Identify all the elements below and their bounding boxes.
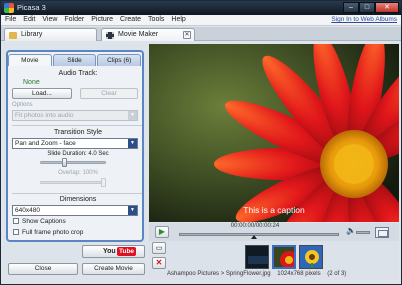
overlap-thumb[interactable]	[101, 178, 106, 187]
seek-bar[interactable]	[179, 233, 339, 236]
menu-tools[interactable]: Tools	[148, 16, 164, 23]
show-captions-checkbox[interactable]	[13, 218, 19, 224]
maximize-button[interactable]: □	[359, 2, 375, 13]
menu-help[interactable]: Help	[171, 16, 185, 23]
picasa-window: Picasa 3 – □ ✕ File Edit View Folder Pic…	[0, 0, 402, 285]
photo-status: Ashampoo Pictures > SpringFlower.jpg 102…	[167, 271, 399, 277]
transition-style-value: Pan and Zoom - face	[15, 140, 76, 147]
slide-duration-thumb[interactable]	[62, 158, 67, 167]
chevron-down-icon: ▼	[128, 111, 137, 120]
tab-slide[interactable]: Slide	[52, 54, 97, 66]
tab-clips[interactable]: Clips (6)	[97, 54, 142, 66]
slide-duration-slider[interactable]	[40, 161, 106, 164]
overlap-slider[interactable]	[40, 181, 106, 184]
clip-thumbnail-image	[300, 246, 322, 268]
filmstrip: ▭ ✕ Ashampoo Pictures > SpringFlower.jpg…	[149, 241, 399, 281]
volume-slider[interactable]	[356, 231, 370, 234]
audio-track-value: None	[23, 79, 40, 86]
add-to-movie-button[interactable]: ▭	[152, 242, 166, 254]
movie-preview: This is a caption	[149, 44, 399, 222]
chevron-down-icon: ▼	[128, 139, 137, 148]
menu-bar: File Edit View Folder Picture Create Too…	[1, 15, 401, 26]
clear-audio-button[interactable]: Clear	[80, 88, 138, 99]
dimensions-title: Dimensions	[59, 196, 97, 203]
options-label: Options	[12, 102, 33, 108]
movie-settings-panel: Movie Slide Clips (6) Audio Track: None …	[4, 44, 146, 280]
delete-button[interactable]: ✕	[152, 257, 166, 269]
window-title: Picasa 3	[17, 3, 46, 12]
menu-file[interactable]: File	[5, 16, 16, 23]
menu-folder[interactable]: Folder	[64, 16, 84, 23]
create-movie-button[interactable]: Create Movie	[82, 263, 145, 275]
tab-movie-maker-label: Movie Maker	[118, 31, 159, 38]
film-icon	[106, 32, 114, 39]
photo-size: 1024x768 pixels	[277, 271, 321, 277]
transition-style-select[interactable]: Pan and Zoom - face ▼	[12, 138, 138, 149]
clip-thumbnail-1[interactable]	[245, 245, 269, 269]
workspace-tabs: Library Movie Maker ✕	[1, 27, 401, 41]
chevron-down-icon: ▼	[128, 206, 137, 215]
full-frame-label: Full frame photo crop	[22, 229, 84, 236]
clip-thumbnail-image	[274, 247, 294, 267]
add-to-movie-icon: ▭	[155, 245, 163, 252]
dimensions-value: 640x480	[15, 207, 40, 214]
play-icon: ▶	[158, 227, 166, 236]
seek-marker[interactable]	[251, 235, 258, 239]
load-audio-button[interactable]: Load...	[12, 88, 72, 99]
play-button[interactable]: ▶	[155, 226, 169, 238]
divider	[12, 125, 142, 126]
audio-options-value: Fit photos into audio	[15, 112, 74, 119]
player-controls: ▶ 00:00:00/00:00:24 🔈	[149, 223, 399, 241]
panel-tabs: Movie Slide Clips (6)	[8, 54, 142, 66]
close-button[interactable]: Close	[8, 263, 78, 275]
timecode: 00:00:00/00:00:24	[230, 223, 280, 229]
audio-track-title: Audio Track:	[58, 70, 98, 77]
tab-movie[interactable]: Movie	[8, 54, 52, 66]
close-tab-icon[interactable]: ✕	[183, 31, 191, 39]
youtube-logo-you: You	[103, 248, 116, 255]
clip-thumbnail-2[interactable]	[272, 245, 296, 269]
photo-path: Ashampoo Pictures > SpringFlower.jpg	[167, 271, 271, 277]
overlap-label: Overlap: 100%	[58, 170, 98, 176]
photo-index: (2 of 3)	[327, 271, 347, 277]
menu-edit[interactable]: Edit	[23, 16, 35, 23]
tab-library-label: Library	[21, 31, 43, 38]
title-bar: Picasa 3 – □ ✕	[1, 1, 401, 15]
delete-icon: ✕	[155, 258, 163, 267]
menu-view[interactable]: View	[42, 16, 57, 23]
tab-movie-maker[interactable]: Movie Maker ✕	[101, 28, 195, 41]
flower-photo	[149, 44, 399, 222]
close-window-button[interactable]: ✕	[375, 2, 399, 13]
clip-thumbnail-3[interactable]	[299, 245, 323, 269]
upload-youtube-button[interactable]: You Tube	[82, 245, 145, 258]
photo-caption: This is a caption	[243, 205, 305, 215]
youtube-logo-tube: Tube	[117, 247, 137, 256]
minimize-button[interactable]: –	[343, 2, 359, 13]
show-captions-label: Show Captions	[22, 218, 66, 225]
menu-create[interactable]: Create	[120, 16, 141, 23]
fullscreen-icon[interactable]	[375, 227, 389, 238]
clip-thumbnail-image	[246, 246, 268, 268]
volume-icon[interactable]: 🔈	[346, 227, 356, 235]
audio-options-select[interactable]: Fit photos into audio ▼	[12, 110, 138, 121]
dimensions-select[interactable]: 640x480 ▼	[12, 205, 138, 216]
picasa-icon	[4, 3, 14, 13]
tab-library[interactable]: Library	[4, 28, 97, 41]
transition-style-title: Transition Style	[54, 129, 102, 136]
full-frame-checkbox[interactable]	[13, 229, 19, 235]
menu-picture[interactable]: Picture	[91, 16, 113, 23]
folder-icon	[9, 32, 17, 39]
sign-in-link[interactable]: Sign In to Web Albums	[331, 16, 397, 23]
divider	[12, 193, 142, 194]
slide-duration-label: Slide Duration: 4.0 Sec	[47, 151, 109, 157]
window-controls: – □ ✕	[343, 2, 399, 13]
